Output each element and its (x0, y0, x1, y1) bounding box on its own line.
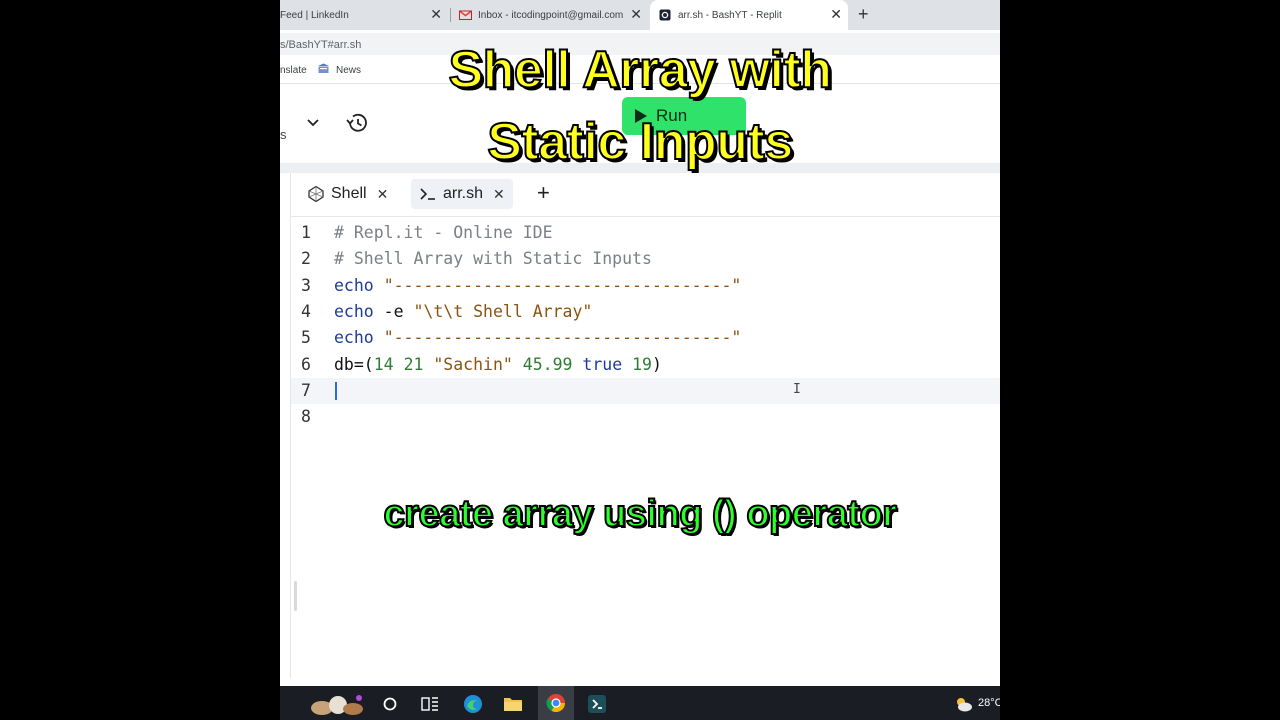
chrome-icon[interactable] (538, 686, 574, 720)
line-content: echo -e "\t\t Shell Array" (334, 299, 592, 325)
line-content: db=(14 21 "Sachin" 45.99 true 19) (334, 352, 662, 378)
tab-title: arr.sh - BashYT - Replit (678, 9, 782, 21)
editor-tab-bar: Shell ✕ arr.sh ✕ + (291, 173, 1000, 217)
code-line-current[interactable]: 7 (291, 378, 1000, 404)
code-line[interactable]: 2 # Shell Array with Static Inputs (291, 246, 1000, 272)
shell-icon (307, 185, 325, 203)
code-line[interactable]: 3 echo "---------------------------------… (291, 273, 1000, 299)
search-circle-icon[interactable] (379, 693, 401, 715)
line-content: echo "----------------------------------… (334, 325, 741, 351)
tab-label: Shell (331, 185, 367, 202)
new-tab-icon[interactable]: + (858, 4, 869, 24)
browser-tab-linkedin[interactable]: Feed | LinkedIn ✕ (280, 0, 448, 30)
replit-icon (658, 9, 672, 21)
app-icon[interactable] (586, 693, 608, 715)
code-token: echo (334, 328, 374, 347)
code-line[interactable]: 8 (291, 404, 1000, 430)
code-token: "----------------------------------" (383, 276, 742, 295)
browser-tab-strip: Feed | LinkedIn ✕ Inbox - itcodingpoint@… (280, 0, 1000, 30)
code-token: true (582, 355, 623, 374)
line-number: 2 (301, 249, 311, 268)
tab-separator (450, 8, 451, 22)
screen-recording: Feed | LinkedIn ✕ Inbox - itcodingpoint@… (280, 0, 1000, 720)
line-number: 3 (301, 276, 311, 295)
code-token: 45.99 (522, 355, 573, 374)
code-token: echo (334, 302, 374, 321)
code-line[interactable]: 4 echo -e "\t\t Shell Array" (291, 299, 1000, 325)
line-number: 4 (301, 302, 311, 321)
code-token: 14 (373, 355, 394, 374)
tab-shell[interactable]: Shell ✕ (299, 179, 396, 209)
close-icon[interactable]: ✕ (630, 7, 642, 21)
weather-icon[interactable] (952, 693, 974, 715)
code-token: "----------------------------------" (383, 328, 742, 347)
file-explorer-icon[interactable] (502, 693, 524, 715)
code-editor[interactable]: 1 # Repl.it - Online IDE 2 # Shell Array wi… (291, 220, 1000, 680)
temperature-readout: 28°C (978, 697, 1000, 709)
code-token: 19 (632, 355, 652, 374)
code-token: "Sachin" (433, 355, 513, 374)
code-token: 21 (403, 355, 424, 374)
gmail-icon (458, 9, 472, 21)
close-icon[interactable]: ✕ (493, 186, 505, 203)
resize-handle[interactable] (294, 581, 297, 611)
code-token: ) (651, 355, 662, 374)
close-icon[interactable]: ✕ (377, 186, 389, 203)
browser-tab-replit[interactable]: arr.sh - BashYT - Replit ✕ (650, 0, 848, 30)
caption-title-line-1: Shell Array with (447, 40, 833, 100)
code-token: db=( (334, 355, 374, 374)
text-cursor (335, 382, 337, 400)
add-tab-icon[interactable]: + (537, 182, 550, 204)
line-content: # Shell Array with Static Inputs (334, 246, 652, 272)
code-line[interactable]: 1 # Repl.it - Online IDE (291, 220, 1000, 246)
tab-arr-sh[interactable]: arr.sh ✕ (411, 179, 513, 209)
code-line[interactable]: 5 echo "---------------------------------… (291, 325, 1000, 351)
line-number: 8 (301, 407, 311, 426)
caption-subtitle: create array using () operator (383, 492, 898, 536)
code-token: # Shell Array with Static Inputs (334, 249, 652, 268)
line-content: # Repl.it - Online IDE (334, 220, 553, 246)
line-number: 6 (301, 355, 311, 374)
line-number: 1 (301, 223, 311, 242)
tab-title: Inbox - itcodingpoint@gmail.com (478, 9, 624, 21)
close-icon[interactable]: ✕ (430, 7, 442, 21)
browser-tab-gmail[interactable]: Inbox - itcodingpoint@gmail.com ✕ (458, 0, 648, 30)
code-token: echo (334, 276, 374, 295)
start-icon[interactable] (308, 693, 368, 715)
terminal-prompt-icon (419, 186, 437, 202)
mouse-ibeam-icon: I (793, 382, 801, 397)
code-token: "\t\t Shell Array" (413, 302, 593, 321)
caption-title-line-2: Static Inputs (486, 112, 794, 172)
windows-taskbar: 28°C (280, 686, 1000, 720)
line-number: 5 (301, 328, 311, 347)
tab-title: Feed | LinkedIn (280, 9, 349, 21)
edge-icon[interactable] (462, 693, 484, 715)
line-content: echo "----------------------------------… (334, 273, 741, 299)
editor-panel: Shell ✕ arr.sh ✕ + 1 # Repl.it - Online I… (290, 173, 1000, 678)
close-icon[interactable]: ✕ (830, 7, 842, 21)
code-line[interactable]: 6 db=(14 21 "Sachin" 45.99 true 19) (291, 352, 1000, 378)
tab-label: arr.sh (443, 185, 484, 202)
line-number: 7 (301, 381, 311, 400)
code-token: # Repl.it - Online IDE (334, 223, 553, 242)
task-view-icon[interactable] (419, 693, 441, 715)
code-token: -e (373, 302, 414, 321)
